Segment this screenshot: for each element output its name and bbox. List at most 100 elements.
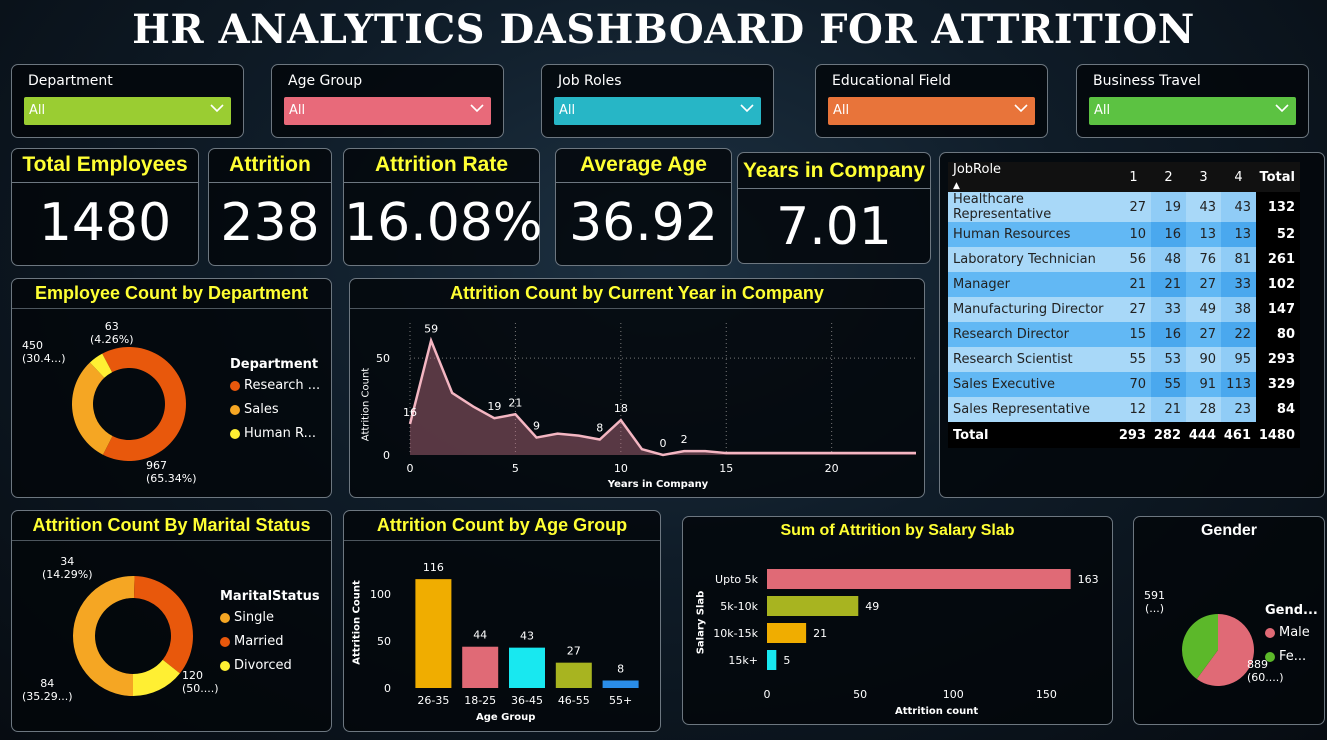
x-tick-label: 50 (853, 688, 867, 701)
matrix-row[interactable]: Healthcare Representative 27 19 43 43 132 (948, 192, 1300, 222)
matrix-header-col[interactable]: 2 (1151, 162, 1186, 192)
x-axis-label: Age Group (476, 712, 536, 723)
age-group-dropdown[interactable]: All (284, 97, 491, 125)
data-label: 9 (533, 420, 540, 433)
data-label: 18 (614, 402, 628, 415)
matrix-total-cell: 293 (1116, 422, 1151, 448)
marital-slice[interactable] (134, 576, 194, 674)
job-roles-dropdown[interactable]: All (554, 97, 761, 125)
bar[interactable] (555, 662, 592, 688)
dept-slice[interactable] (102, 347, 186, 461)
legend-item[interactable]: Single (220, 610, 320, 625)
legend-item[interactable]: Human R... (230, 426, 320, 441)
matrix-total-cell: 461 (1221, 422, 1256, 448)
bar[interactable] (767, 569, 1071, 589)
x-tick-label: 55+ (609, 694, 632, 707)
matrix-header-col[interactable]: 4 (1221, 162, 1256, 192)
bar[interactable] (415, 579, 452, 688)
y-tick-label: Upto 5k (715, 573, 759, 586)
matrix-row[interactable]: Research Director 15 16 27 22 80 (948, 322, 1300, 347)
dept-label-967: 967 (65.34%) (146, 459, 197, 485)
year-area-chart: 0 5 10 15 20 0 50 16 59 19 21 9 8 18 0 2 (376, 323, 916, 475)
matrix-row-total: 102 (1256, 272, 1300, 297)
matrix-cell: 15 (1116, 322, 1151, 347)
bar[interactable] (462, 646, 499, 688)
slicer-business-travel[interactable]: Business Travel All (1076, 64, 1309, 138)
slicer-job-roles[interactable]: Job Roles All (541, 64, 774, 138)
matrix-row-total: 293 (1256, 347, 1300, 372)
matrix-header-row: JobRole ▲ 1 2 3 4 Total (948, 162, 1300, 192)
matrix-row[interactable]: Sales Executive 70 55 91 113 329 (948, 372, 1300, 397)
gender-chart-card: Gender 591 (...) 889 (60....) Gend... Male… (1133, 516, 1325, 725)
matrix-cell: 43 (1186, 192, 1221, 222)
matrix-header-col[interactable]: 3 (1186, 162, 1221, 192)
matrix-cell: 13 (1221, 222, 1256, 247)
legend-item[interactable]: Divorced (220, 658, 320, 673)
data-label: 43 (520, 630, 534, 643)
data-label: 49 (865, 600, 879, 613)
marital-label-84: 84 (35.29...) (22, 677, 73, 703)
matrix-row[interactable]: Research Scientist 55 53 90 95 293 (948, 347, 1300, 372)
bar[interactable] (767, 596, 859, 616)
slicer-educational-field[interactable]: Educational Field All (815, 64, 1048, 138)
kpi-average-age: Average Age 36.92 (555, 148, 732, 266)
legend-item[interactable]: Sales (230, 402, 320, 417)
kpi-label: Years in Company (738, 153, 930, 189)
bar[interactable] (509, 647, 545, 688)
kpi-value: 36.92 (569, 193, 718, 253)
y-tick-label: 50 (377, 635, 391, 648)
y-tick-label: 0 (384, 682, 391, 695)
matrix-row[interactable]: Laboratory Technician 56 48 76 81 261 (948, 247, 1300, 272)
marital-slice[interactable] (73, 576, 135, 696)
matrix-header-total[interactable]: Total (1256, 162, 1300, 192)
legend-item[interactable]: Male (1265, 625, 1318, 640)
matrix-row-total: 80 (1256, 322, 1300, 347)
bar[interactable] (767, 650, 777, 670)
matrix-cell: 113 (1221, 372, 1256, 397)
slicer-department[interactable]: Department All (11, 64, 244, 138)
matrix-cell: 95 (1221, 347, 1256, 372)
matrix-cell: 33 (1151, 297, 1186, 322)
kpi-years-in-company: Years in Company 7.01 (737, 152, 931, 264)
matrix-cell: 48 (1151, 247, 1186, 272)
matrix-row-total: 132 (1256, 192, 1300, 222)
data-label: 8 (596, 421, 603, 434)
kpi-total-employees: Total Employees 1480 (11, 148, 199, 266)
matrix-row[interactable]: Manufacturing Director 27 33 49 38 147 (948, 297, 1300, 322)
matrix-header-col[interactable]: 1 (1116, 162, 1151, 192)
business-travel-dropdown[interactable]: All (1089, 97, 1296, 125)
y-tick-label: 50 (376, 352, 390, 365)
educational-field-dropdown[interactable]: All (828, 97, 1035, 125)
matrix-header-jobrole[interactable]: JobRole ▲ (948, 162, 1116, 192)
matrix-cell: 27 (1186, 322, 1221, 347)
x-tick-label: 150 (1036, 688, 1057, 701)
legend-title: Gend... (1265, 603, 1318, 618)
matrix-cell: 53 (1151, 347, 1186, 372)
salary-bar-chart: 163 Upto 5k 49 5k-10k 21 10k-15k 5 15k+ 0 50 100 15… (713, 569, 1099, 701)
matrix-row[interactable]: Human Resources 10 16 13 13 52 (948, 222, 1300, 247)
y-tick-label: 5k-10k (720, 600, 758, 613)
bar[interactable] (767, 623, 807, 643)
matrix-cell: 43 (1221, 192, 1256, 222)
legend-item[interactable]: Fe... (1265, 649, 1318, 664)
salary-chart-card: Sum of Attrition by Salary Slab 163 Upto … (682, 516, 1113, 725)
matrix-cell-jobrole: Sales Representative (948, 397, 1116, 422)
matrix-row[interactable]: Manager 21 21 27 33 102 (948, 272, 1300, 297)
matrix-row[interactable]: Sales Representative 12 21 28 23 84 (948, 397, 1300, 422)
gender-label-591: 591 (...) (1144, 589, 1165, 615)
x-tick-label: 15 (719, 462, 733, 475)
legend-item[interactable]: Research ... (230, 378, 320, 393)
dept-slice[interactable] (71, 362, 113, 455)
x-tick-label: 100 (943, 688, 964, 701)
data-label: 21 (813, 627, 827, 640)
legend-item[interactable]: Married (220, 634, 320, 649)
matrix-cell: 27 (1116, 192, 1151, 222)
x-axis-label: Years in Company (607, 479, 709, 490)
matrix-cell: 19 (1151, 192, 1186, 222)
bar[interactable] (602, 680, 639, 688)
slicer-age-group[interactable]: Age Group All (271, 64, 504, 138)
matrix-cell-jobrole: Human Resources (948, 222, 1116, 247)
department-dropdown[interactable]: All (24, 97, 231, 125)
y-tick-label: 0 (383, 449, 390, 462)
sort-ascending-icon: ▲ (953, 181, 960, 191)
